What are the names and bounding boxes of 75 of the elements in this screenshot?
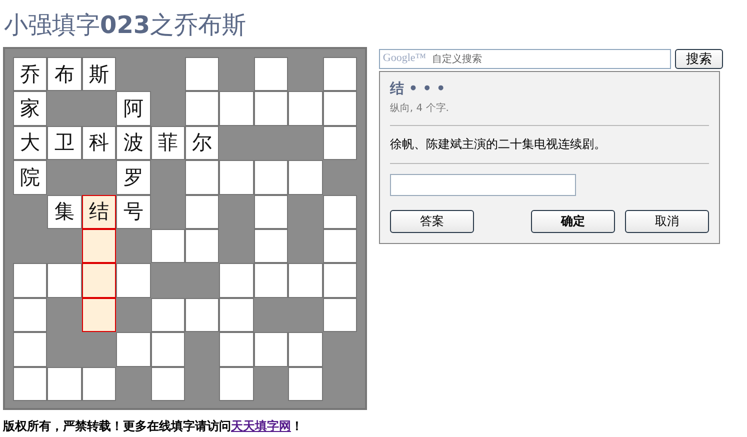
- grid-cell[interactable]: [322, 298, 357, 332]
- page-title: 小强填字023之乔布斯: [3, 10, 248, 41]
- grid-cell[interactable]: [184, 228, 220, 264]
- dialog-button[interactable]: 答案: [390, 210, 474, 233]
- dialog-button[interactable]: 取消: [624, 210, 709, 233]
- grid-cell[interactable]: [288, 366, 323, 401]
- site-link[interactable]: 天天填字网: [231, 418, 291, 433]
- clue-text: 徐帆、陈建斌主演的二十集电视连续剧。: [390, 136, 607, 153]
- grid-cell[interactable]: [254, 160, 288, 195]
- answer-pattern: 结 • • •: [390, 80, 446, 98]
- grid-cell[interactable]: [13, 298, 48, 332]
- grid-cell[interactable]: [254, 194, 288, 229]
- grid-cell[interactable]: [288, 332, 323, 367]
- grid-cell[interactable]: [219, 366, 254, 401]
- grid-cell[interactable]: [322, 57, 357, 92]
- grid-cell[interactable]: [184, 91, 220, 126]
- grid-cell[interactable]: 布: [47, 57, 82, 92]
- grid-cell[interactable]: [288, 263, 323, 298]
- grid-cell[interactable]: [322, 263, 357, 298]
- grid-cell[interactable]: [219, 298, 254, 332]
- grid-cell[interactable]: [219, 91, 254, 126]
- grid-cell[interactable]: [184, 57, 220, 92]
- grid-cell[interactable]: [150, 298, 185, 332]
- grid-cell[interactable]: [47, 366, 82, 401]
- grid-cell[interactable]: [219, 263, 254, 298]
- grid-cell[interactable]: [184, 298, 220, 332]
- grid-cell[interactable]: [219, 160, 254, 195]
- grid-cell[interactable]: [254, 57, 288, 92]
- grid-cell[interactable]: 菲: [150, 126, 185, 160]
- grid-cell[interactable]: 斯: [82, 57, 116, 92]
- clue-direction: 纵向, 4 个字.: [390, 102, 450, 115]
- grid-cell[interactable]: [184, 160, 220, 195]
- grid-cell[interactable]: 结: [82, 194, 116, 229]
- dialog-button[interactable]: 确定: [530, 210, 615, 233]
- grid-cell[interactable]: [13, 366, 48, 401]
- grid-cell[interactable]: [322, 228, 357, 264]
- grid-cell[interactable]: 阿: [116, 91, 151, 126]
- grid-cell[interactable]: 大: [13, 126, 48, 160]
- grid-cell[interactable]: [82, 263, 116, 298]
- grid-cell[interactable]: [116, 263, 151, 298]
- grid-cell[interactable]: [150, 332, 185, 367]
- grid-cell[interactable]: [150, 228, 185, 264]
- grid-cell[interactable]: [82, 228, 116, 264]
- grid-cell[interactable]: 院: [13, 160, 48, 195]
- grid-cell[interactable]: 号: [116, 194, 151, 229]
- grid-cell[interactable]: 尔: [184, 126, 220, 160]
- grid-cell[interactable]: [82, 298, 116, 332]
- grid-cell[interactable]: 卫: [47, 126, 82, 160]
- grid-cell[interactable]: 集: [47, 194, 82, 229]
- answer-field[interactable]: [390, 174, 576, 196]
- grid-cell[interactable]: [13, 263, 48, 298]
- grid-cell[interactable]: [288, 160, 323, 195]
- grid-cell[interactable]: [150, 366, 185, 401]
- grid-cell[interactable]: [254, 228, 288, 264]
- search-button[interactable]: 搜索: [674, 49, 723, 69]
- grid-cell[interactable]: 科: [82, 126, 116, 160]
- grid-cell[interactable]: [82, 366, 116, 401]
- grid-cell[interactable]: [322, 194, 357, 229]
- grid-cell[interactable]: [322, 91, 357, 126]
- grid-cell[interactable]: 乔: [13, 57, 48, 92]
- grid-cell[interactable]: [116, 332, 151, 367]
- grid-cell[interactable]: [322, 126, 357, 160]
- grid-cell[interactable]: 家: [13, 91, 48, 126]
- copyright-notice: 版权所有，严禁转载！更多在线填字请访问天天填字网！: [3, 418, 304, 435]
- grid-cell[interactable]: [219, 332, 254, 367]
- grid-cell[interactable]: [47, 263, 82, 298]
- grid-cell[interactable]: [254, 332, 288, 367]
- grid-cell[interactable]: [184, 194, 220, 229]
- grid-cell[interactable]: [13, 332, 48, 367]
- grid-cell[interactable]: [254, 91, 288, 126]
- grid-cell[interactable]: 罗: [116, 160, 151, 195]
- grid-cell[interactable]: [288, 91, 323, 126]
- grid-cell[interactable]: [254, 263, 288, 298]
- grid-cell[interactable]: 波: [116, 126, 151, 160]
- google-logo: Google™: [382, 52, 426, 65]
